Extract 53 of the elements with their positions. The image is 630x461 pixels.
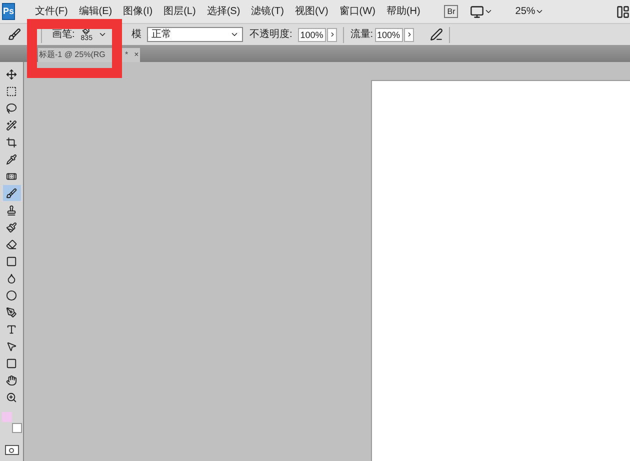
menu-item[interactable]: 视图(V) — [294, 4, 328, 19]
background-swatch[interactable] — [12, 423, 22, 433]
brush-preset-icon[interactable] — [82, 26, 92, 35]
brush-label: 画笔: — [52, 28, 75, 42]
menu-item[interactable]: 图像(I) — [123, 4, 153, 19]
flow-arrow-button[interactable] — [404, 28, 414, 42]
quick-mask-icon[interactable] — [4, 445, 18, 455]
caret-icon[interactable] — [98, 30, 108, 39]
shape-icon — [6, 358, 17, 368]
brush-tool[interactable] — [2, 185, 20, 201]
menu-item[interactable]: 选择(S) — [206, 4, 240, 19]
modified-mark: * — [125, 49, 128, 61]
document-title: 标题-1 @ 25%(RG — [39, 49, 106, 61]
caret-icon[interactable] — [535, 7, 544, 16]
app-logo: Ps — [2, 3, 16, 20]
document-tab[interactable]: 标题-1 @ 25%(RG * × — [38, 48, 140, 62]
opacity-arrow-button[interactable] — [327, 28, 338, 42]
opacity-label: 不透明度: — [249, 28, 292, 42]
eraser-icon — [6, 238, 17, 250]
screen-mode-icon[interactable] — [470, 4, 484, 18]
mode-label: 模 — [131, 28, 142, 42]
menu-item[interactable]: 滤镜(T) — [251, 4, 284, 19]
move-icon — [6, 68, 17, 80]
menu-item[interactable]: 文件(F) — [35, 4, 68, 19]
caret-icon — [230, 30, 240, 39]
hand-icon — [6, 374, 17, 386]
wand-icon — [6, 120, 17, 130]
pen-icon — [6, 306, 17, 318]
brush-icon[interactable] — [8, 28, 21, 41]
zoom-icon — [6, 392, 17, 402]
airbrush-icon[interactable] — [430, 28, 444, 41]
type-icon — [6, 324, 17, 334]
flow-label: 流量: — [350, 28, 374, 42]
crop-icon — [6, 136, 17, 148]
select-icon — [6, 340, 17, 352]
layout-icon[interactable] — [616, 4, 630, 18]
caret-icon[interactable] — [484, 7, 494, 16]
menu-item[interactable]: 帮助(H) — [386, 4, 420, 19]
menu-item[interactable]: 窗口(W) — [339, 4, 376, 19]
opacity-field[interactable]: 100% — [298, 28, 326, 42]
mode-dropdown[interactable]: 正常 — [147, 27, 244, 42]
menu-item[interactable]: 编辑(E) — [78, 4, 112, 19]
close-tab-button[interactable]: × — [134, 49, 139, 61]
bridge-button[interactable]: Br — [444, 5, 458, 18]
zoom-level[interactable]: 25% — [515, 4, 536, 19]
flow-field[interactable]: 100% — [375, 28, 404, 42]
stamp-icon — [6, 204, 17, 216]
menu-item[interactable]: 图层(L) — [164, 4, 196, 19]
lasso-icon — [6, 102, 17, 114]
eyedropper-icon — [6, 154, 17, 164]
brush-icon — [6, 188, 17, 198]
foreground-swatch[interactable] — [2, 412, 12, 422]
marquee-icon — [6, 86, 17, 96]
